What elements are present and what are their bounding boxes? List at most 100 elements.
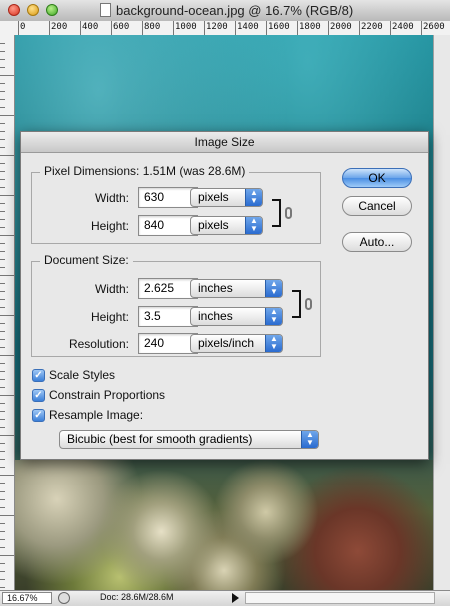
- doc-width-input[interactable]: 2.625: [138, 278, 198, 299]
- ruler-tick: [0, 227, 5, 228]
- ruler-tick: [0, 115, 14, 116]
- pixel-height-input[interactable]: 840: [138, 215, 198, 236]
- pixel-width-label: Width:: [94, 191, 129, 205]
- resample-image-checkbox[interactable]: ✓: [32, 409, 45, 422]
- ruler-tick: [0, 291, 5, 292]
- minimize-window-button[interactable]: [27, 4, 39, 16]
- pixel-dimensions-legend: Pixel Dimensions: 1.51M (was 28.6M): [40, 164, 250, 178]
- ruler-label: 400: [82, 22, 99, 32]
- auto-button[interactable]: Auto...: [342, 232, 412, 252]
- ruler-tick: [0, 515, 14, 516]
- ruler-tick: [0, 395, 14, 396]
- ruler-tick: [0, 211, 5, 212]
- ruler-tick: [0, 579, 5, 580]
- pixel-width-input[interactable]: 630: [138, 187, 198, 208]
- ruler-tick: [0, 427, 5, 428]
- ruler-label: 2400: [392, 22, 414, 32]
- ruler-tick: [0, 443, 5, 444]
- ruler-tick: [142, 21, 143, 35]
- ruler-tick: [0, 507, 5, 508]
- status-menu-arrow-icon[interactable]: [232, 593, 239, 603]
- resample-method-value: Bicubic (best for smooth gradients): [67, 432, 253, 446]
- ruler-tick: [0, 195, 14, 196]
- chain-link-icon: [305, 298, 312, 310]
- ruler-tick: [0, 403, 5, 404]
- ruler-tick: [328, 21, 329, 35]
- ruler-tick: [0, 523, 5, 524]
- ruler-tick: [0, 259, 5, 260]
- ruler-tick: [0, 347, 5, 348]
- ruler-tick: [18, 21, 19, 35]
- ruler-tick: [0, 363, 5, 364]
- scale-styles-label: Scale Styles: [49, 368, 116, 382]
- ruler-label: 2000: [330, 22, 352, 32]
- window-title: background-ocean.jpg @ 16.7% (RGB/8): [116, 3, 354, 18]
- ruler-tick: [0, 219, 5, 220]
- doc-height-unit-select[interactable]: inches ▲ ▼: [190, 307, 283, 326]
- ruler-label: 1400: [237, 22, 259, 32]
- ruler-tick: [0, 307, 5, 308]
- pixel-width-unit-select[interactable]: pixels ▲ ▼: [190, 188, 263, 207]
- popup-arrows-icon: ▲ ▼: [265, 280, 282, 297]
- ruler-tick: [0, 299, 5, 300]
- cancel-button[interactable]: Cancel: [342, 196, 412, 216]
- ruler-tick: [0, 251, 5, 252]
- resolution-label: Resolution:: [68, 337, 129, 351]
- zoom-level-field[interactable]: 16.67%: [2, 592, 52, 604]
- constrain-proportions-checkbox[interactable]: ✓: [32, 389, 45, 402]
- ruler-tick: [0, 75, 14, 76]
- ruler-tick: [0, 131, 5, 132]
- ruler-tick: [0, 467, 5, 468]
- ruler-tick: [111, 21, 112, 35]
- ruler-tick: [0, 235, 14, 236]
- ruler-tick: [0, 43, 5, 44]
- ruler-tick: [0, 91, 5, 92]
- document-size-legend: Document Size:: [40, 253, 133, 267]
- ruler-tick: [0, 587, 5, 588]
- resolution-unit-select[interactable]: pixels/inch ▲ ▼: [190, 334, 283, 353]
- ruler-tick: [0, 99, 5, 100]
- popup-arrows-icon: ▲ ▼: [265, 335, 282, 352]
- ruler-tick: [0, 267, 5, 268]
- resolution-input[interactable]: 240: [138, 333, 198, 354]
- popup-arrows-icon: ▲ ▼: [301, 431, 318, 448]
- ruler-tick: [0, 531, 5, 532]
- image-size-dialog: Image Size Pixel Dimensions: 1.51M (was …: [20, 131, 429, 460]
- ruler-tick: [173, 21, 174, 35]
- ruler-tick: [0, 83, 5, 84]
- ruler-tick: [49, 21, 50, 35]
- coral-reef-image-area: [15, 460, 433, 590]
- status-info-icon[interactable]: [58, 592, 70, 604]
- vertical-scrollbar[interactable]: [433, 35, 450, 590]
- doc-height-label: Height:: [90, 310, 129, 324]
- vertical-ruler[interactable]: [0, 35, 15, 590]
- ruler-tick: [0, 67, 5, 68]
- resample-method-select[interactable]: Bicubic (best for smooth gradients) ▲ ▼: [59, 430, 319, 449]
- ruler-tick: [421, 21, 422, 35]
- doc-height-input[interactable]: 3.5: [138, 306, 198, 327]
- constrain-proportions-label: Constrain Proportions: [49, 388, 166, 402]
- popup-arrows-icon: ▲ ▼: [245, 189, 262, 206]
- pixel-link-bracket: [272, 199, 281, 227]
- scale-styles-checkbox[interactable]: ✓: [32, 369, 45, 382]
- zoom-window-button[interactable]: [46, 4, 58, 16]
- ruler-tick: [0, 331, 5, 332]
- doc-width-unit-value: inches: [198, 281, 233, 295]
- horizontal-scrollbar[interactable]: [245, 592, 435, 604]
- ruler-tick: [297, 21, 298, 35]
- pixel-height-unit-select[interactable]: pixels ▲ ▼: [190, 216, 263, 235]
- ok-button[interactable]: OK: [342, 168, 412, 188]
- horizontal-ruler[interactable]: 0 200 400 600 800 1000 1200 1400 1600 1800 2000 220…: [0, 21, 450, 36]
- pixel-height-unit-value: pixels: [198, 218, 229, 232]
- close-window-button[interactable]: [8, 4, 20, 16]
- chain-link-icon: [285, 207, 292, 219]
- ruler-tick: [0, 123, 5, 124]
- ruler-tick: [0, 283, 5, 284]
- ruler-label: 2200: [361, 22, 383, 32]
- ruler-tick: [0, 163, 5, 164]
- ruler-label: 1200: [206, 22, 228, 32]
- doc-width-unit-select[interactable]: inches ▲ ▼: [190, 279, 283, 298]
- ruler-label: 200: [51, 22, 68, 32]
- ruler-tick: [359, 21, 360, 35]
- ruler-tick: [0, 323, 5, 324]
